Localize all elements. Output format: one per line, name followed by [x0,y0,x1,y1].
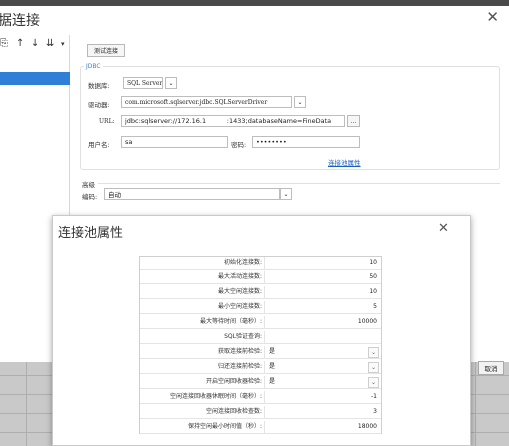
grid-line [26,362,27,446]
table-row: 最大等待时间（毫秒）: 10000 [140,316,381,329]
dialog-title: 据连接 [0,13,40,29]
table-row: SQL验证查询: [140,331,381,344]
close-icon[interactable]: ✕ [438,221,449,236]
encoding-dropdown-icon[interactable]: ⌄ [280,188,292,200]
test-connection-button[interactable]: 测试连接 [87,44,125,57]
property-label: 初始化连接数: [223,259,262,266]
encoding-label: 编码: [82,193,98,201]
url-input[interactable]: jdbc:sqlserver://172.16.1 :1433;database… [121,115,345,127]
property-label: 归还连接前检验: [217,363,262,370]
property-value-field[interactable]: 10 [264,257,381,269]
driver-label: 驱动器: [88,101,110,109]
property-value-field[interactable]: 50 [264,271,381,283]
copy-icon[interactable]: ⎘ [0,38,8,49]
url-more-button[interactable]: ... [347,115,360,127]
property-value: 50 [369,273,377,280]
property-value: 10000 [357,318,377,325]
property-value-field[interactable]: 3 [264,406,381,418]
property-label: 保持空闲最小时间值（秒）: [187,423,262,430]
database-dropdown-icon[interactable]: ⌄ [165,77,177,89]
table-row: 初始化连接数: 10 [140,257,381,270]
url-label: URL: [99,118,115,125]
property-value: -1 [371,393,377,400]
property-value: 18000 [357,423,377,430]
property-value-field[interactable]: -1 [264,391,381,403]
property-value: 3 [373,408,377,415]
pool-dialog-title: 连接池属性 [58,226,124,241]
advanced-label: 高级 [82,181,95,189]
property-value-field[interactable]: 5 [264,301,381,313]
property-label: 最大等待时间（毫秒）: [199,318,262,325]
table-row: 空闲连接回收检查数: 3 [140,406,381,419]
arrow-down-icon[interactable]: ↓ [31,38,39,49]
property-label: 开启空闲回收器检验: [205,378,262,385]
table-row: 保持空闲最小时间值（秒）: 18000 [140,421,381,434]
password-label: 密码: [231,141,247,149]
username-label: 用户名: [88,141,110,149]
driver-select[interactable]: com.microsoft.sqlserver.jdbc.SQLServerDr… [121,96,292,108]
property-label: SQL验证查询: [224,333,262,340]
property-label: 最大空闲连接数: [217,288,262,295]
connection-list-item-selected[interactable] [0,72,70,85]
property-label: 空闲连接回收器休眠时间（毫秒）: [169,393,262,400]
property-label: 获取连接前检验: [217,348,262,355]
property-label: 空闲连接回收检查数: [205,408,262,415]
encoding-select[interactable]: 自动 [104,188,280,200]
sort-icon[interactable]: ⇊ [46,38,54,49]
chevron-down-icon[interactable]: ⌄ [368,377,379,388]
chevron-down-icon[interactable]: ⌄ [368,347,379,358]
table-row: 最大空闲连接数: 10 [140,286,381,299]
property-value: 是 [269,363,276,370]
username-input[interactable]: sa [121,136,228,148]
table-row: 归还连接前检验: 是 ⌄ [140,361,381,374]
property-value-field[interactable]: 是 ⌄ [264,376,381,388]
close-icon[interactable]: ✕ [486,8,499,26]
pool-properties-table: 初始化连接数: 10 最大活动连接数: 50 最大空闲连接数: 10 最小空闲连… [139,256,382,434]
property-value-field[interactable]: 10000 [264,316,381,328]
arrow-up-icon[interactable]: ↑ [16,38,24,49]
pool-properties-link[interactable]: 连接池属性 [328,157,361,167]
grid-line [475,362,476,446]
property-value: 是 [269,348,276,355]
password-input[interactable]: •••••••• [252,136,360,148]
table-row: 开启空闲回收器检验: 是 ⌄ [140,376,381,389]
database-label: 数据库: [88,82,110,90]
property-value-field[interactable]: 10 [264,286,381,298]
property-label: 最小空闲连接数: [217,303,262,310]
property-value: 5 [373,303,377,310]
more-icon[interactable]: ▾ [61,40,65,48]
property-value-field[interactable] [264,331,381,343]
property-label: 最大活动连接数: [217,273,262,280]
driver-dropdown-icon[interactable]: ⌄ [294,96,306,108]
table-row: 获取连接前检验: 是 ⌄ [140,346,381,359]
chevron-down-icon[interactable]: ⌄ [368,362,379,373]
database-select[interactable]: SQL Server [123,77,163,89]
table-row: 最小空闲连接数: 5 [140,301,381,314]
jdbc-group-label: JDBC [84,63,103,70]
property-value-field[interactable]: 是 ⌄ [264,361,381,373]
table-row: 最大活动连接数: 50 [140,271,381,284]
cancel-button[interactable]: 取消 [478,361,504,375]
table-row: 空闲连接回收器休眠时间（毫秒）: -1 [140,391,381,404]
property-value: 10 [369,288,377,295]
advanced-divider [98,183,500,184]
property-value: 10 [369,259,377,266]
property-value-field[interactable]: 18000 [264,421,381,433]
property-value-field[interactable]: 是 ⌄ [264,346,381,358]
property-value: 是 [269,378,276,385]
